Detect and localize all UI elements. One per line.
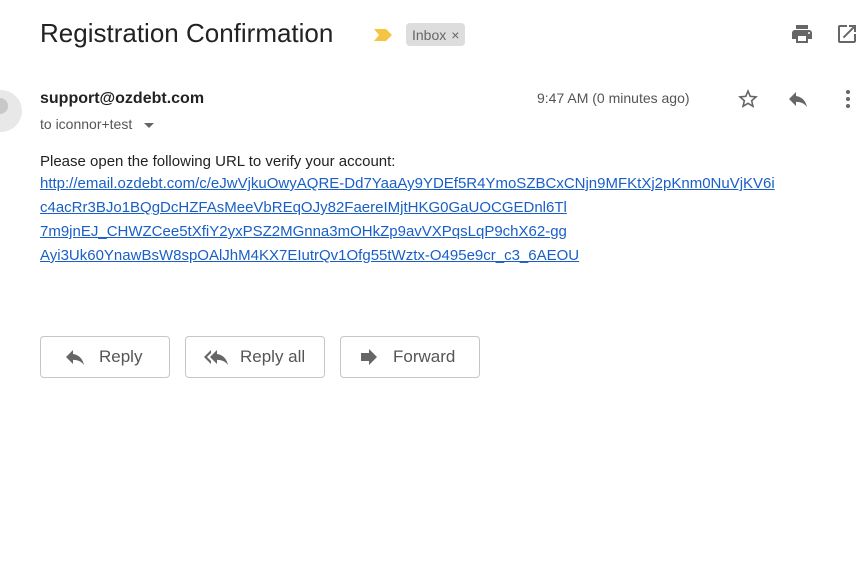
reply-button[interactable]: Reply bbox=[40, 336, 170, 378]
forward-button-label: Forward bbox=[393, 347, 456, 366]
link-line[interactable]: http://email.ozdebt.com/c/eJwVjkuOwyAQRE… bbox=[40, 172, 775, 196]
reply-all-button-label: Reply all bbox=[240, 347, 306, 366]
reply-icon bbox=[66, 350, 84, 365]
print-icon[interactable] bbox=[790, 22, 814, 46]
reply-icon[interactable] bbox=[786, 87, 810, 111]
forward-button[interactable]: Forward bbox=[340, 336, 480, 378]
reply-all-button[interactable]: Reply all bbox=[185, 336, 325, 378]
sender-avatar bbox=[0, 90, 22, 132]
recipient-details-toggle[interactable]: to iconnor+test bbox=[40, 116, 155, 132]
sender-email[interactable]: support@ozdebt.com bbox=[40, 90, 204, 108]
link-line[interactable]: c4acRr3BJo1BQgDcHZFAsMeeVbREqOJy82FaereI… bbox=[40, 196, 775, 220]
recipient-text: to iconnor+test bbox=[40, 116, 133, 132]
email-subject: Registration Confirmation bbox=[40, 18, 334, 48]
forward-icon bbox=[361, 349, 377, 365]
verify-account-link[interactable]: http://email.ozdebt.com/c/eJwVjkuOwyAQRE… bbox=[40, 172, 775, 268]
link-line[interactable]: 7m9jnEJ_CHWZCee5tXfiY2yxPSZ2MGnna3mOHkZp… bbox=[40, 220, 775, 244]
chevron-down-icon[interactable] bbox=[144, 122, 155, 128]
more-options-icon[interactable] bbox=[836, 87, 860, 111]
link-line[interactable]: Ayi3Uk60YnawBsW8spOAlJhM4KX7EIutrQv1Ofg5… bbox=[40, 244, 775, 268]
reply-button-label: Reply bbox=[99, 347, 143, 366]
email-body-intro: Please open the following URL to verify … bbox=[40, 153, 396, 170]
label-chip-text: Inbox bbox=[412, 26, 447, 43]
open-in-new-window-icon[interactable] bbox=[835, 22, 859, 46]
email-view: Registration Confirmation Inbox × suppor… bbox=[0, 0, 863, 581]
importance-marker-icon[interactable] bbox=[372, 27, 394, 43]
email-timestamp: 9:47 AM (0 minutes ago) bbox=[537, 90, 690, 106]
remove-label-icon[interactable]: × bbox=[451, 27, 459, 43]
label-chip-inbox: Inbox × bbox=[406, 23, 466, 46]
reply-all-icon bbox=[204, 350, 228, 365]
star-icon[interactable] bbox=[736, 87, 760, 111]
